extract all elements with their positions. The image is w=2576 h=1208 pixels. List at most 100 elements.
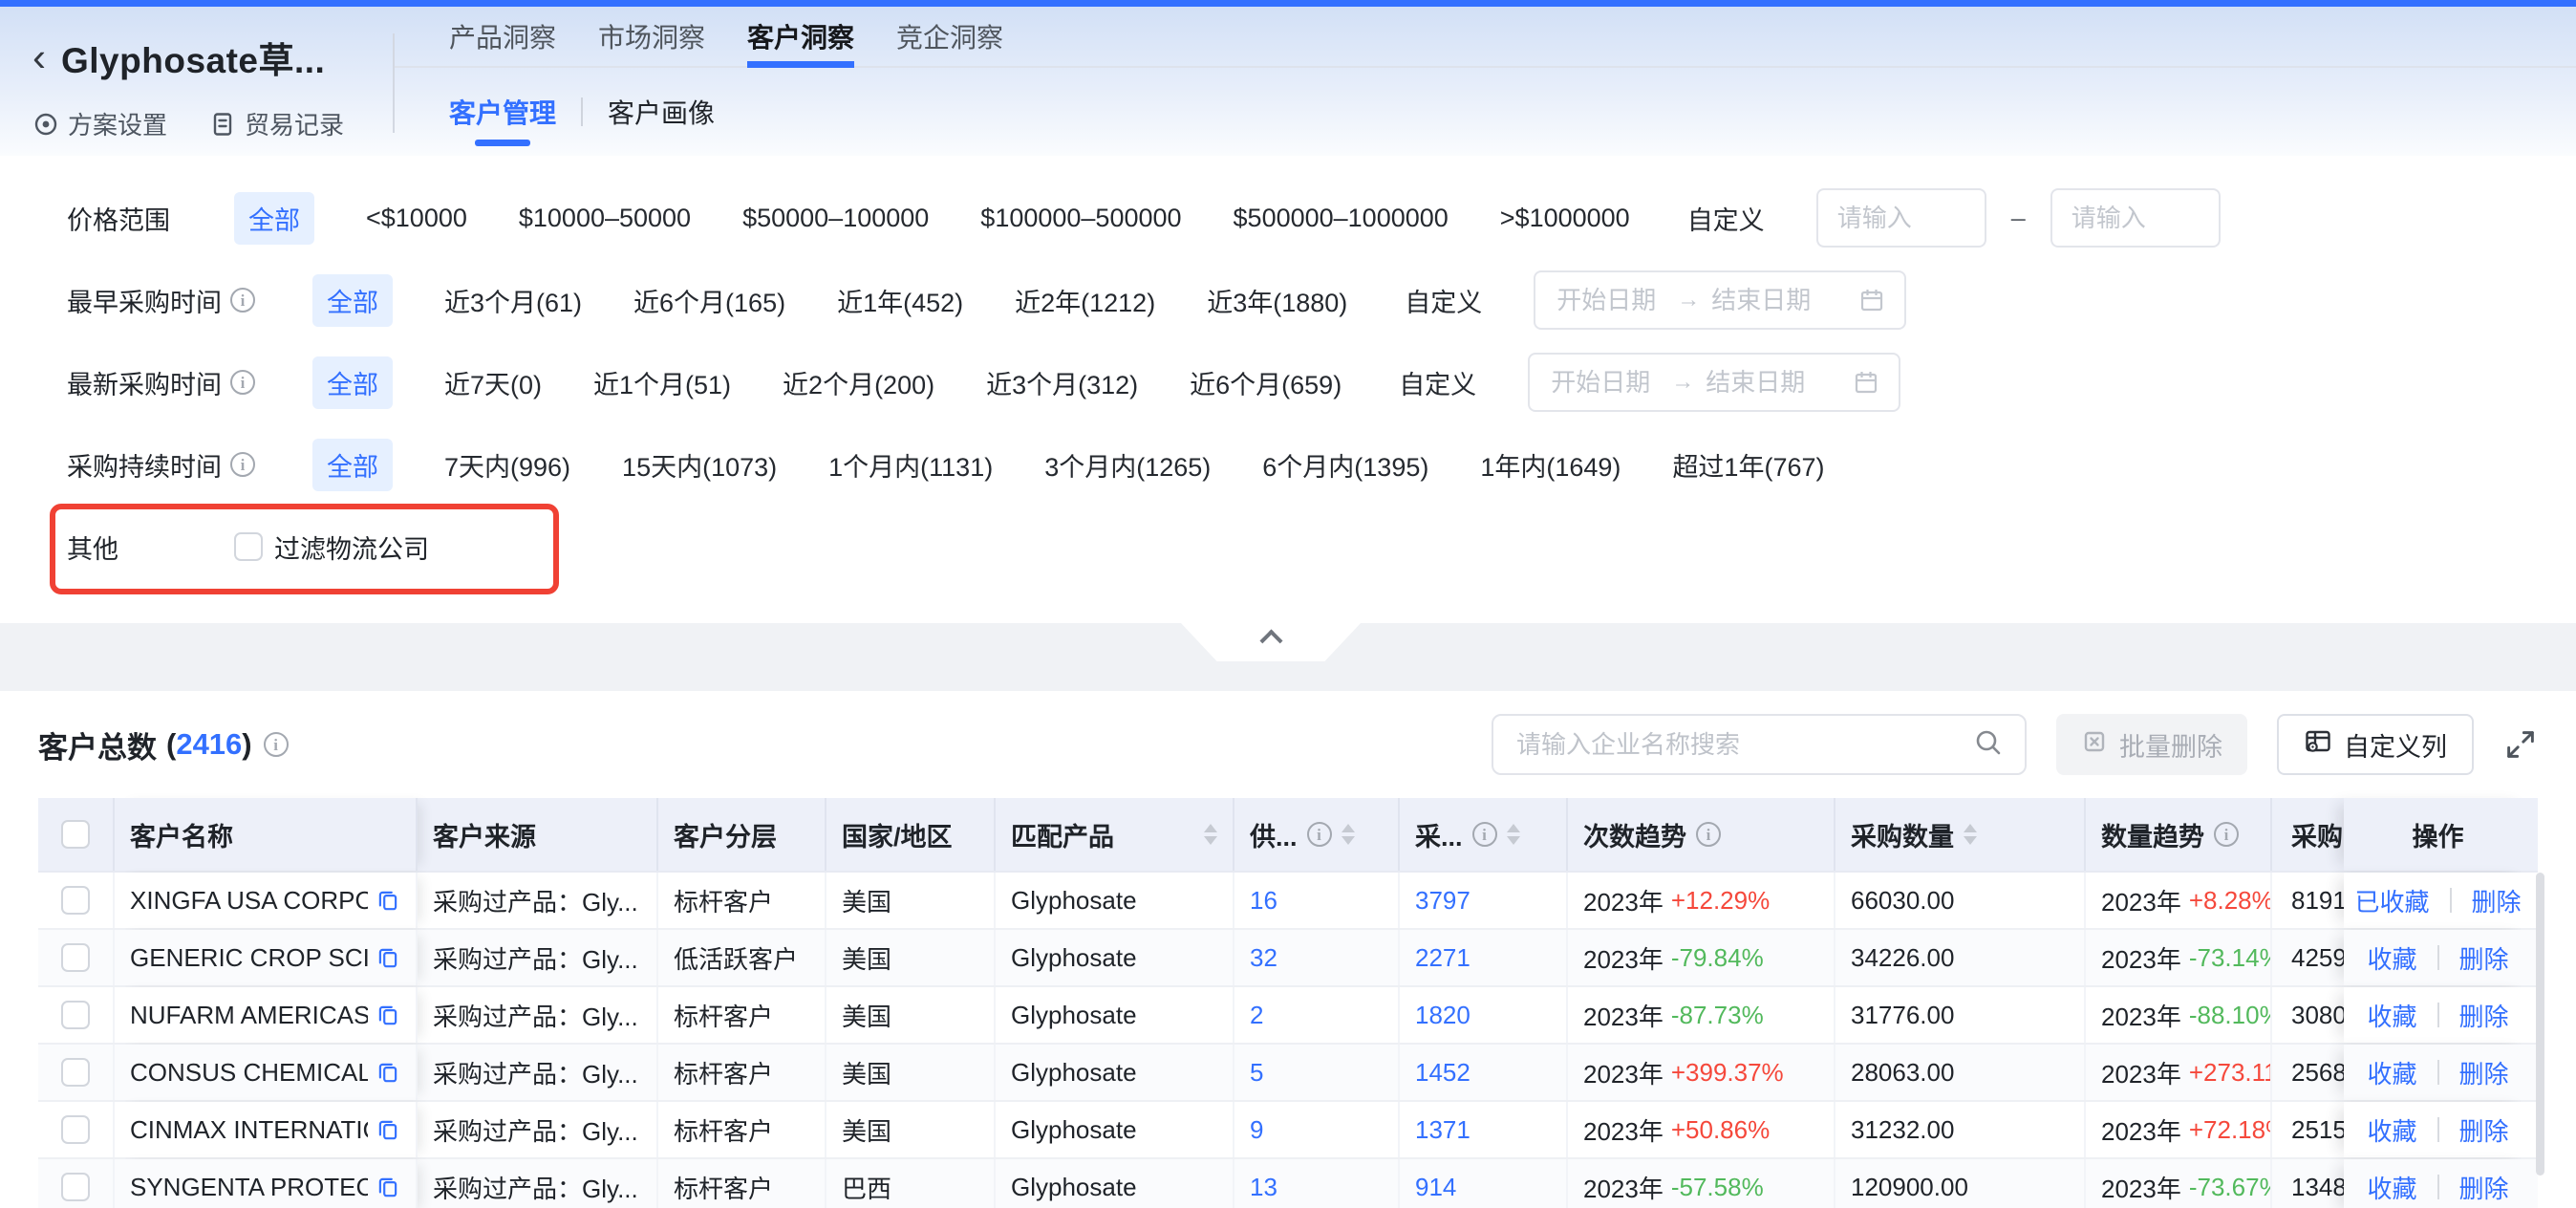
duration-option[interactable]: 3个月内(1265)	[1044, 446, 1211, 484]
calendar-icon[interactable]	[1853, 369, 1879, 396]
latest-end-date-input[interactable]	[1704, 367, 1816, 399]
latest-option[interactable]: 近3个月(312)	[986, 364, 1138, 401]
latest-option[interactable]: 近6个月(659)	[1190, 364, 1342, 401]
latest-option[interactable]: 近1个月(51)	[593, 364, 731, 401]
copy-icon[interactable]	[376, 945, 400, 970]
earliest-option-all[interactable]: 全部	[312, 274, 393, 327]
price-custom-label[interactable]: 自定义	[1687, 200, 1765, 237]
price-option[interactable]: $50000–100000	[742, 204, 929, 233]
custom-columns-button[interactable]: 自定义列	[2277, 714, 2474, 775]
table-row[interactable]: CINMAX INTERNATIO 采购过产品：Gly... 标杆客户 美国 G…	[38, 1102, 2538, 1159]
scheme-settings-button[interactable]: 方案设置	[32, 106, 167, 141]
duration-option-all[interactable]: 全部	[312, 439, 393, 491]
collapse-filters-button[interactable]	[1181, 623, 1361, 661]
favorite-link[interactable]: 收藏	[2367, 1170, 2416, 1205]
record-count-link[interactable]: 3797	[1415, 886, 1470, 916]
latest-custom-label[interactable]: 自定义	[1399, 364, 1476, 401]
duration-option[interactable]: 1年内(1649)	[1480, 446, 1621, 484]
sort-control[interactable]	[1204, 824, 1217, 845]
table-row[interactable]: XINGFA USA CORPO 采购过产品：Gly... 标杆客户 美国 Gl…	[38, 873, 2538, 930]
row-checkbox[interactable]	[61, 1115, 90, 1144]
earliest-option[interactable]: 近1年(452)	[837, 282, 963, 319]
earliest-option[interactable]: 近6个月(165)	[633, 282, 785, 319]
info-icon[interactable]	[230, 452, 255, 477]
record-count-link[interactable]: 914	[1415, 1173, 1456, 1202]
select-all-checkbox[interactable]	[61, 820, 90, 849]
copy-icon[interactable]	[376, 1175, 400, 1199]
earliest-date-range[interactable]: →	[1534, 270, 1906, 330]
subtab-customer-management[interactable]: 客户管理	[449, 93, 556, 131]
info-icon[interactable]	[230, 370, 255, 395]
earliest-option[interactable]: 近2年(1212)	[1015, 282, 1155, 319]
fullscreen-icon[interactable]	[2503, 727, 2538, 762]
record-count-link[interactable]: 1371	[1415, 1115, 1470, 1145]
logistics-checkbox[interactable]	[234, 532, 263, 561]
company-search-box[interactable]	[1492, 714, 2027, 775]
earliest-start-date-input[interactable]	[1555, 285, 1667, 316]
price-option[interactable]: <$10000	[366, 204, 467, 233]
back-icon[interactable]: ‹	[32, 37, 46, 77]
earliest-option[interactable]: 近3个月(61)	[444, 282, 582, 319]
subtab-customer-profile[interactable]: 客户画像	[608, 93, 715, 131]
duration-option[interactable]: 6个月内(1395)	[1262, 446, 1428, 484]
table-row[interactable]: GENERIC CROP SCI 采购过产品：Gly... 低活跃客户 美国 G…	[38, 930, 2538, 987]
info-icon[interactable]	[2214, 822, 2239, 847]
latest-start-date-input[interactable]	[1549, 367, 1662, 399]
table-row[interactable]: NUFARM AMERICAS, 采购过产品：Gly... 标杆客户 美国 Gl…	[38, 987, 2538, 1045]
table-row[interactable]: CONSUS CHEMICAL 采购过产品：Gly... 标杆客户 美国 Gly…	[38, 1045, 2538, 1102]
delete-link[interactable]: 删除	[2459, 1055, 2509, 1090]
earliest-custom-label[interactable]: 自定义	[1405, 282, 1482, 319]
delete-link[interactable]: 删除	[2459, 998, 2509, 1033]
price-max-input[interactable]	[2050, 188, 2221, 248]
favorite-link[interactable]: 收藏	[2367, 940, 2416, 976]
earliest-option[interactable]: 近3年(1880)	[1207, 282, 1347, 319]
tab-product-insight[interactable]: 产品洞察	[449, 7, 556, 66]
trade-records-button[interactable]: 贸易记录	[209, 106, 344, 141]
copy-icon[interactable]	[376, 1003, 400, 1027]
filter-logistics-checkbox-group[interactable]: 过滤物流公司	[234, 528, 429, 566]
row-checkbox[interactable]	[61, 886, 90, 915]
copy-icon[interactable]	[376, 1117, 400, 1142]
price-option-all[interactable]: 全部	[234, 192, 314, 245]
row-checkbox[interactable]	[61, 1173, 90, 1201]
delete-link[interactable]: 删除	[2472, 883, 2522, 918]
record-count-link[interactable]: 1820	[1415, 1001, 1470, 1030]
tab-competitor-insight[interactable]: 竞企洞察	[896, 7, 1003, 66]
copy-icon[interactable]	[376, 1060, 400, 1085]
info-icon[interactable]	[1696, 822, 1721, 847]
sort-control[interactable]	[1964, 824, 1977, 845]
price-option[interactable]: $10000–50000	[519, 204, 691, 233]
info-icon[interactable]	[264, 732, 289, 757]
earliest-end-date-input[interactable]	[1709, 285, 1822, 316]
table-row[interactable]: SYNGENTA PROTEC 采购过产品：Gly... 标杆客户 巴西 Gly…	[38, 1159, 2538, 1208]
price-option[interactable]: >$1000000	[1500, 204, 1630, 233]
price-min-input[interactable]	[1816, 188, 1986, 248]
favorite-link[interactable]: 收藏	[2367, 1112, 2416, 1148]
sort-control[interactable]	[1342, 824, 1355, 845]
duration-option[interactable]: 7天内(996)	[444, 446, 570, 484]
record-count-link[interactable]: 2271	[1415, 943, 1470, 973]
sort-control[interactable]	[1507, 824, 1520, 845]
row-checkbox[interactable]	[61, 1001, 90, 1029]
search-icon[interactable]	[1973, 727, 2004, 763]
info-icon[interactable]	[1307, 822, 1332, 847]
supplier-count-link[interactable]: 9	[1250, 1115, 1263, 1145]
delete-link[interactable]: 删除	[2459, 940, 2509, 976]
tab-market-insight[interactable]: 市场洞察	[598, 7, 705, 66]
batch-delete-button[interactable]: 批量删除	[2056, 714, 2247, 775]
latest-date-range[interactable]: →	[1528, 353, 1900, 412]
info-icon[interactable]	[230, 288, 255, 313]
price-option[interactable]: $500000–1000000	[1234, 204, 1449, 233]
supplier-count-link[interactable]: 32	[1250, 943, 1277, 973]
favorite-link[interactable]: 收藏	[2367, 1055, 2416, 1090]
favorite-link[interactable]: 已收藏	[2354, 883, 2429, 918]
record-count-link[interactable]: 1452	[1415, 1058, 1470, 1088]
supplier-count-link[interactable]: 16	[1250, 886, 1277, 916]
copy-icon[interactable]	[376, 888, 400, 913]
duration-option[interactable]: 1个月内(1131)	[828, 446, 993, 484]
duration-option[interactable]: 超过1年(767)	[1672, 446, 1824, 484]
latest-option[interactable]: 近2个月(200)	[783, 364, 934, 401]
favorite-link[interactable]: 收藏	[2367, 998, 2416, 1033]
supplier-count-link[interactable]: 5	[1250, 1058, 1263, 1088]
latest-option-all[interactable]: 全部	[312, 356, 393, 409]
